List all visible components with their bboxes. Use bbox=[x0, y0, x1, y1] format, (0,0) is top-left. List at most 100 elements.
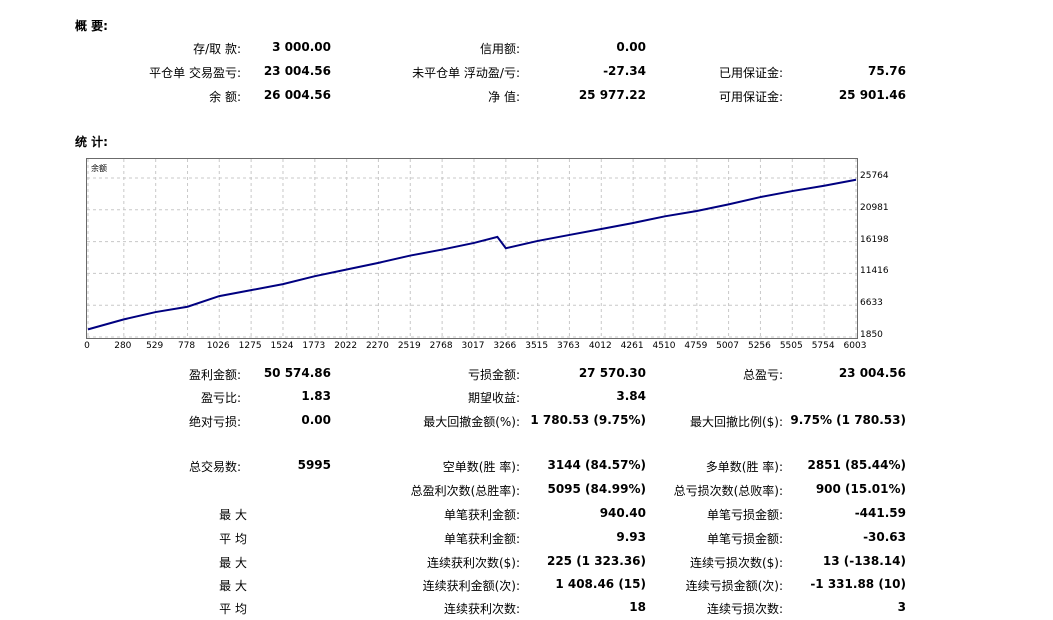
max-dd-ratio-value: 9.75% (1 780.53) bbox=[790, 413, 906, 427]
max-consec-losses-label: 连续亏损次数($): bbox=[689, 556, 783, 570]
avg-win-value: 9.93 bbox=[616, 530, 646, 544]
x-tick-label: 5505 bbox=[779, 341, 803, 351]
row-avg-label: 平 均 bbox=[219, 602, 247, 616]
x-tick-label: 2519 bbox=[397, 341, 421, 351]
closed-pl-value: 23 004.56 bbox=[263, 64, 331, 78]
closed-pl-label: 平仓单 交易盈亏: bbox=[149, 66, 241, 80]
x-tick-label: 3515 bbox=[525, 341, 549, 351]
y-tick-label: 6633 bbox=[860, 298, 883, 309]
long-trades-value: 2851 (85.44%) bbox=[807, 458, 906, 472]
avg-loss-label: 单笔亏损金额: bbox=[706, 532, 783, 546]
largest-win-value: 940.40 bbox=[599, 506, 646, 520]
max-consec-profit-label: 连续获利金额(次): bbox=[422, 579, 520, 593]
row-max-label: 最 大 bbox=[219, 556, 247, 570]
deposit-label: 存/取 款: bbox=[193, 42, 241, 56]
credit-value: 0.00 bbox=[616, 40, 646, 54]
x-tick-label: 529 bbox=[146, 341, 164, 351]
x-tick-label: 6003 bbox=[843, 341, 867, 351]
avg-consec-losses-label: 连续亏损次数: bbox=[706, 602, 783, 616]
largest-loss-label: 单笔亏损金额: bbox=[706, 508, 783, 522]
net-profit-label: 总盈亏: bbox=[742, 368, 783, 382]
total-trades-label: 总交易数: bbox=[188, 460, 241, 474]
summary-heading: 概 要: bbox=[75, 19, 108, 33]
y-tick-label: 20981 bbox=[860, 202, 889, 213]
max-dd-amount-label: 最大回撤金额(%): bbox=[423, 415, 520, 429]
row-max-label: 最 大 bbox=[219, 508, 247, 522]
gross-profit-value: 50 574.86 bbox=[263, 366, 331, 380]
max-consec-loss-value: -1 331.88 (10) bbox=[810, 577, 906, 591]
x-tick-label: 1524 bbox=[270, 341, 294, 351]
abs-drawdown-value: 0.00 bbox=[301, 413, 331, 427]
x-tick-label: 5256 bbox=[747, 341, 771, 351]
avg-loss-value: -30.63 bbox=[863, 530, 906, 544]
y-tick-label: 25764 bbox=[860, 171, 889, 181]
max-dd-amount-value: 1 780.53 (9.75%) bbox=[530, 413, 646, 427]
gross-profit-label: 盈利金额: bbox=[188, 368, 241, 382]
free-margin-value: 25 901.46 bbox=[838, 88, 906, 102]
x-tick-label: 4012 bbox=[588, 341, 612, 351]
y-tick-label: 1850 bbox=[860, 330, 883, 340]
row-avg-label: 平 均 bbox=[219, 532, 247, 546]
max-consec-wins-label: 连续获利次数($): bbox=[426, 556, 520, 570]
gross-loss-value: 27 570.30 bbox=[578, 366, 646, 380]
x-tick-label: 5754 bbox=[811, 341, 835, 351]
abs-drawdown-label: 绝对亏损: bbox=[188, 415, 241, 429]
equity-label: 净 值: bbox=[488, 90, 520, 104]
stats-heading: 统 计: bbox=[75, 135, 108, 149]
largest-win-label: 单笔获利金额: bbox=[443, 508, 520, 522]
x-tick-label: 3017 bbox=[461, 341, 485, 351]
win-trades-label: 总盈利次数(总胜率): bbox=[410, 484, 520, 498]
x-tick-label: 4510 bbox=[652, 341, 676, 351]
x-tick-label: 4759 bbox=[684, 341, 708, 351]
loss-trades-label: 总亏损次数(总败率): bbox=[673, 484, 783, 498]
x-tick-label: 1773 bbox=[302, 341, 326, 351]
loss-trades-value: 900 (15.01%) bbox=[815, 482, 906, 496]
x-tick-label: 3266 bbox=[493, 341, 517, 351]
balance-value: 26 004.56 bbox=[263, 88, 331, 102]
margin-label: 已用保证金: bbox=[718, 66, 783, 80]
avg-consec-wins-label: 连续获利次数: bbox=[443, 602, 520, 616]
floating-pl-label: 未平仓单 浮动盈/亏: bbox=[412, 66, 520, 80]
deposit-value: 3 000.00 bbox=[272, 40, 331, 54]
x-tick-label: 1026 bbox=[206, 341, 230, 351]
long-trades-label: 多单数(胜 率): bbox=[705, 460, 783, 474]
credit-label: 信用额: bbox=[479, 42, 520, 56]
avg-consec-losses-value: 3 bbox=[897, 600, 906, 614]
x-tick-label: 0 bbox=[84, 341, 90, 351]
x-tick-label: 5007 bbox=[716, 341, 740, 351]
profit-factor-value: 1.83 bbox=[301, 389, 331, 403]
equity-value: 25 977.22 bbox=[578, 88, 646, 102]
short-trades-label: 空单数(胜 率): bbox=[442, 460, 520, 474]
win-trades-value: 5095 (84.99%) bbox=[547, 482, 646, 496]
x-tick-label: 2768 bbox=[429, 341, 453, 351]
x-tick-label: 2270 bbox=[365, 341, 389, 351]
balance-line bbox=[87, 178, 857, 331]
expected-payoff-value: 3.84 bbox=[616, 389, 646, 403]
floating-pl-value: -27.34 bbox=[603, 64, 646, 78]
short-trades-value: 3144 (84.57%) bbox=[547, 458, 646, 472]
x-tick-label: 2022 bbox=[334, 341, 358, 351]
x-tick-label: 778 bbox=[177, 341, 196, 351]
y-tick-label: 16198 bbox=[860, 234, 889, 245]
gross-loss-label: 亏损金额: bbox=[467, 368, 520, 382]
max-consec-loss-label: 连续亏损金额(次): bbox=[685, 579, 783, 593]
max-consec-wins-value: 225 (1 323.36) bbox=[546, 554, 646, 568]
balance-chart-svg bbox=[87, 159, 857, 338]
x-tick-label: 280 bbox=[114, 341, 132, 351]
max-consec-profit-value: 1 408.46 (15) bbox=[555, 577, 646, 591]
total-trades-value: 5995 bbox=[297, 458, 331, 472]
x-tick-label: 1275 bbox=[238, 341, 262, 351]
margin-value: 75.76 bbox=[868, 64, 906, 78]
avg-win-label: 单笔获利金额: bbox=[443, 532, 520, 546]
x-tick-label: 4261 bbox=[620, 341, 644, 351]
profit-factor-label: 盈亏比: bbox=[200, 391, 241, 405]
row-max-label: 最 大 bbox=[219, 579, 247, 593]
free-margin-label: 可用保证金: bbox=[718, 90, 783, 104]
x-tick-label: 3763 bbox=[556, 341, 580, 351]
largest-loss-value: -441.59 bbox=[854, 506, 906, 520]
net-profit-value: 23 004.56 bbox=[838, 366, 906, 380]
chart-series-label: 余额 bbox=[91, 164, 107, 173]
y-tick-label: 11416 bbox=[860, 266, 889, 277]
expected-payoff-label: 期望收益: bbox=[467, 391, 520, 405]
balance-label: 余 额: bbox=[209, 90, 241, 104]
